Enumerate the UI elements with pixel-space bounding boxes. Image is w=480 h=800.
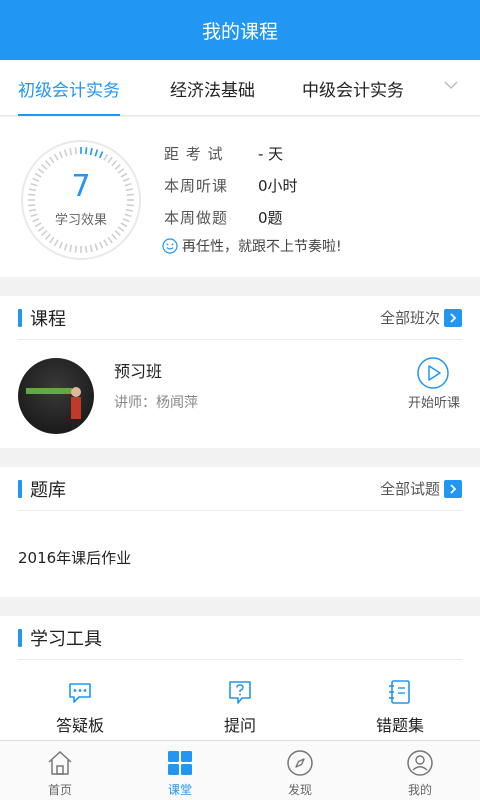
subject-tabs: 初级会计实务 经济法基础 中级会计实务 <box>0 60 480 116</box>
tab-label: 课堂 <box>167 783 192 797</box>
tab-label: 首页 <box>47 783 72 797</box>
stat-label: 距 考 试 <box>164 145 224 163</box>
tool-label: 答疑板 <box>55 716 104 735</box>
app-header: 我的课程 <box>0 0 480 60</box>
tab-subject-3-label: 中级会计实务 <box>302 80 404 101</box>
user-icon <box>407 750 433 776</box>
play-icon[interactable] <box>416 356 450 390</box>
bottom-tab-bar: 首页 课堂 发现 我的 <box>0 740 480 800</box>
tab-discover[interactable]: 发现 <box>240 741 360 800</box>
question-bank-section: 题库 全部试题 2016年课后作业 <box>0 467 480 597</box>
tool-label: 提问 <box>223 716 256 735</box>
course-teacher: 讲师：杨闻萍 <box>114 395 198 411</box>
chat-bubble-icon <box>69 683 91 703</box>
tab-label: 我的 <box>407 783 432 797</box>
tools-section: 学习工具 答疑板 提问 错题集 <box>0 616 480 740</box>
stat-value: 0小时 <box>258 177 298 195</box>
notebook-icon <box>389 680 410 704</box>
question-bank-item[interactable]: 2016年课后作业 <box>18 547 131 568</box>
tab-label: 发现 <box>287 783 312 797</box>
tool-ask-question[interactable]: 提问 <box>160 678 320 736</box>
motivation-tip: 再任性，就跟不上节奏啦! <box>162 236 342 256</box>
tab-subject-2[interactable]: 经济法基础 <box>170 60 255 116</box>
tab-home[interactable]: 首页 <box>0 741 120 800</box>
tools-title: 学习工具 <box>18 625 102 651</box>
tab-subject-1[interactable]: 初级会计实务 <box>18 60 120 116</box>
tool-wrong-questions[interactable]: 错题集 <box>320 678 480 736</box>
home-icon <box>48 750 72 775</box>
all-questions-label: 全部试题 <box>379 480 440 498</box>
tab-me[interactable]: 我的 <box>360 741 480 800</box>
tab-subject-2-label: 经济法基础 <box>170 80 255 101</box>
stat-value: 0题 <box>258 209 283 227</box>
question-bank-title: 题库 <box>18 476 66 502</box>
question-icon <box>229 681 251 704</box>
stat-label: 本周听课 <box>164 177 229 195</box>
tab-subject-3[interactable]: 中级会计实务 <box>302 60 404 116</box>
tab-classroom[interactable]: 课堂 <box>120 741 240 800</box>
grid-icon <box>168 751 192 775</box>
tools-row: 答疑板 提问 错题集 <box>0 678 480 736</box>
all-questions-link[interactable]: 全部试题 <box>380 478 462 499</box>
gauge-label: 学习效果 <box>54 213 107 228</box>
course-name[interactable]: 预习班 <box>114 358 162 382</box>
page-title: 我的课程 <box>201 20 278 43</box>
courses-section: 课程 全部班次 预习班 讲师：杨闻萍 开始听课 <box>0 296 480 448</box>
course-thumbnail[interactable] <box>18 358 94 434</box>
smile-icon <box>162 238 178 254</box>
start-listening-button[interactable]: 开始听课 <box>408 392 460 411</box>
tool-label: 错题集 <box>375 716 424 735</box>
chevron-right-icon <box>444 308 462 327</box>
compass-icon <box>287 750 313 776</box>
tools-header: 学习工具 <box>18 616 462 660</box>
chevron-right-icon <box>444 479 462 498</box>
stat-exam-days: 距 考 试 - 天 <box>164 143 283 164</box>
courses-title: 课程 <box>18 305 66 331</box>
tool-qa-board[interactable]: 答疑板 <box>0 678 160 736</box>
question-bank-header: 题库 全部试题 <box>18 467 462 511</box>
stat-value: - 天 <box>258 145 284 163</box>
courses-header: 课程 全部班次 <box>18 296 462 340</box>
all-classes-link[interactable]: 全部班次 <box>380 307 462 328</box>
all-classes-label: 全部班次 <box>379 309 440 327</box>
tip-text: 再任性，就跟不上节奏啦! <box>182 239 342 255</box>
stat-questions-done: 本周做题 0题 <box>164 207 283 228</box>
stat-label: 本周做题 <box>164 209 229 227</box>
chevron-down-icon[interactable] <box>444 78 458 92</box>
tab-subject-1-label: 初级会计实务 <box>18 80 120 101</box>
gauge-value: 7 <box>71 169 91 204</box>
stat-listen-hours: 本周听课 0小时 <box>164 175 298 196</box>
